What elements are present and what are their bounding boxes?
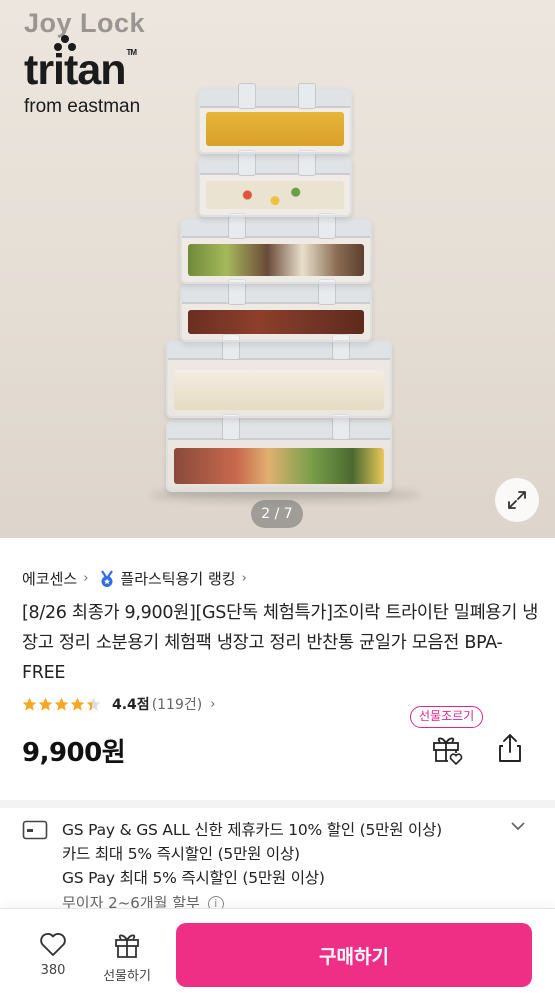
container-stack-photo xyxy=(0,0,555,538)
ranking-link[interactable]: 플라스틱용기 랭킹 xyxy=(120,568,235,589)
benefit-line: GS Pay 최대 5% 즉시할인 (5만원 이상) xyxy=(62,869,325,887)
expand-icon xyxy=(508,491,526,509)
share-button[interactable] xyxy=(494,732,526,764)
product-price: 9,900원 xyxy=(22,738,126,768)
like-count: 380 xyxy=(40,963,66,978)
image-page-indicator: 2 / 7 xyxy=(251,500,303,528)
medal-icon xyxy=(101,569,114,587)
gift-label: 선물하기 xyxy=(103,969,151,984)
chevron-right-icon: › xyxy=(210,696,216,712)
star-icon xyxy=(22,697,37,711)
gift-icon xyxy=(433,737,463,766)
rating-stars xyxy=(22,697,102,712)
star-icon xyxy=(38,697,53,711)
rating-score: 4.4점 xyxy=(112,697,150,713)
star-icon xyxy=(86,697,101,711)
star-icon xyxy=(70,697,85,711)
like-button[interactable]: 380 xyxy=(18,931,88,978)
buy-button[interactable]: 구매하기 xyxy=(176,923,532,987)
benefit-lines: GS Pay & GS ALL 신한 제휴카드 10% 할인 (5만원 이상) … xyxy=(62,818,442,890)
chevron-right-icon: › xyxy=(83,571,89,586)
rating-summary[interactable]: 4.4점 (119건) › xyxy=(22,694,215,714)
credit-card-icon xyxy=(22,820,48,840)
gift-icon xyxy=(115,934,139,958)
brand-link[interactable]: 에코센스 xyxy=(22,568,77,589)
section-divider xyxy=(0,800,555,808)
gift-button[interactable]: 선물하기 xyxy=(92,931,162,984)
breadcrumb: 에코센스 › 플라스틱용기 랭킹 › xyxy=(22,568,257,589)
product-title: [8/26 최종가 9,900원][GS단독 체험특가]조이락 트라이탄 밀폐용… xyxy=(22,603,539,683)
gift-request-badge[interactable]: 선물조르기 xyxy=(410,706,484,728)
benefit-line: GS Pay & GS ALL 신한 제휴카드 10% 할인 (5만원 이상) xyxy=(62,821,442,839)
bottom-action-bar: 380 선물하기 구매하기 xyxy=(0,908,555,1000)
expand-button[interactable] xyxy=(495,478,539,522)
share-icon xyxy=(499,734,521,762)
heart-icon xyxy=(40,932,66,956)
star-icon xyxy=(54,697,69,711)
product-image-carousel[interactable]: Joy Lock tritanTM from eastman 2 / 7 xyxy=(0,0,555,538)
chevron-right-icon: › xyxy=(241,571,247,586)
gift-request-button[interactable] xyxy=(430,732,464,766)
chevron-down-icon[interactable] xyxy=(510,818,526,834)
rating-count: (119건) xyxy=(151,697,203,713)
benefit-line: 카드 최대 5% 즉시할인 (5만원 이상) xyxy=(62,845,300,863)
